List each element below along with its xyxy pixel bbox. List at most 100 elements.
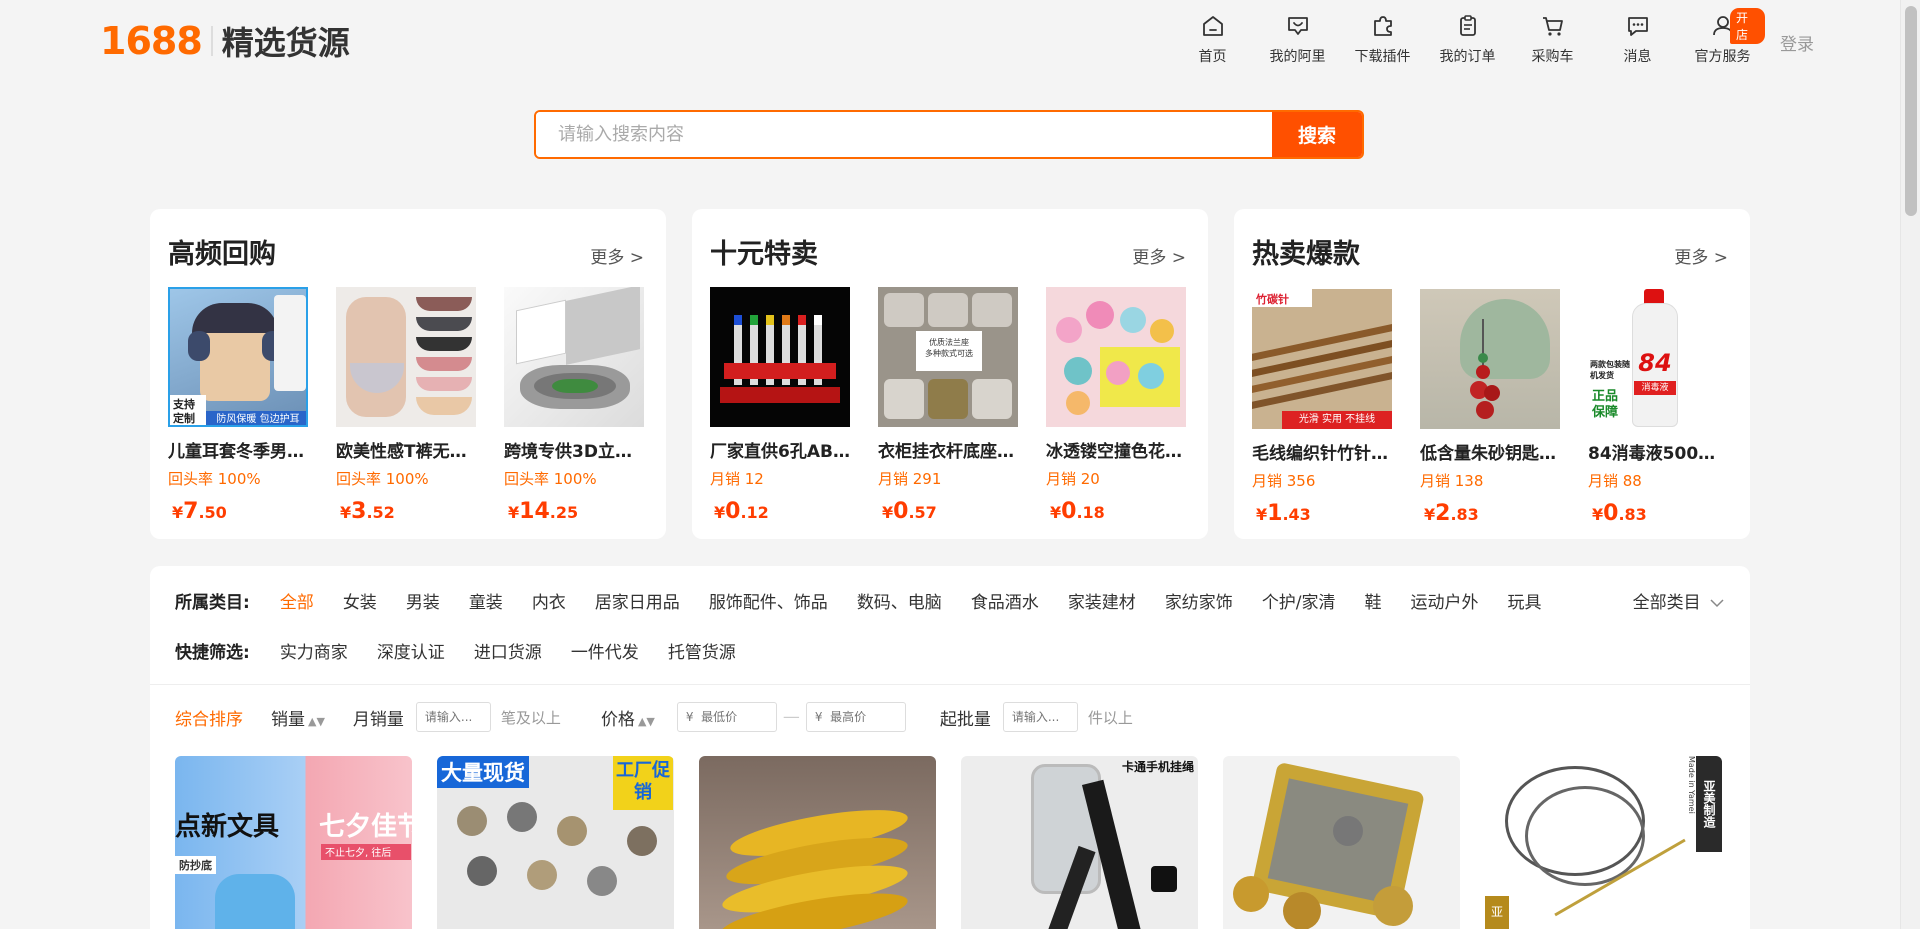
product-card[interactable]: 大量现货 工厂促销 bbox=[437, 756, 674, 929]
promo-title: 热卖爆款 bbox=[1252, 239, 1360, 270]
product-repurchase-rate: 回头率 100% bbox=[504, 470, 597, 488]
category-toys[interactable]: 玩具 bbox=[1508, 588, 1542, 613]
category-label: 所属类目: bbox=[175, 593, 250, 613]
product-price: ¥3.52 bbox=[340, 499, 395, 524]
promo-product[interactable]: 低含量朱砂钥匙扣挂件 月销 138 ¥2.83 bbox=[1420, 289, 1560, 526]
product-card[interactable] bbox=[699, 756, 936, 929]
all-categories-dropdown[interactable]: 全部类目 bbox=[1633, 588, 1724, 613]
category-building[interactable]: 家装建材 bbox=[1068, 588, 1136, 613]
category-underwear[interactable]: 内衣 bbox=[532, 588, 566, 613]
product-price: ¥0.18 bbox=[1050, 499, 1105, 524]
open-shop-badge[interactable]: 开店 bbox=[1730, 8, 1765, 44]
badge-warm: 防风保暖 包边护耳 bbox=[206, 411, 306, 425]
scrollbar-thumb[interactable] bbox=[1905, 6, 1917, 216]
badge-disinfectant: 消毒液 bbox=[1634, 381, 1676, 395]
puzzle-icon bbox=[1373, 16, 1392, 36]
category-food[interactable]: 食品酒水 bbox=[971, 588, 1039, 613]
badge-flange: 优质法兰座 bbox=[929, 338, 969, 347]
product-card[interactable] bbox=[1223, 756, 1460, 929]
sort-arrows-icon: ▲▼ bbox=[637, 714, 655, 728]
search-input[interactable] bbox=[536, 112, 1272, 157]
nav-purchase-cart-label: 采购车 bbox=[1531, 49, 1574, 65]
sort-comprehensive[interactable]: 综合排序 bbox=[175, 705, 243, 730]
product-name: 冰透镂空撞色花朵发夹 bbox=[1046, 442, 1186, 462]
quick-strong-merchant[interactable]: 实力商家 bbox=[280, 638, 348, 663]
product-name: 毛线编织针竹针棒针套装 bbox=[1252, 444, 1392, 464]
nav-download-plugin[interactable]: 下载插件 bbox=[1340, 12, 1425, 66]
page-scrollbar[interactable] bbox=[1900, 0, 1920, 929]
category-shoes[interactable]: 鞋 bbox=[1365, 588, 1382, 613]
product-card-tag: 防抄底 bbox=[175, 856, 216, 874]
category-outdoor[interactable]: 运动户外 bbox=[1411, 588, 1479, 613]
product-image: 84 消毒液 两款包装随机发货 正品保障 bbox=[1588, 289, 1728, 429]
clipboard-icon bbox=[1459, 15, 1476, 36]
moq-input[interactable] bbox=[1002, 702, 1078, 732]
product-card[interactable]: 卡通手机挂绳 bbox=[961, 756, 1198, 929]
product-card-tag: 大量现货 bbox=[437, 756, 529, 788]
category-women[interactable]: 女装 bbox=[343, 588, 377, 613]
quick-dropship[interactable]: 一件代发 bbox=[571, 638, 639, 663]
nav-official-service[interactable]: 官方服务 开店 bbox=[1680, 8, 1765, 66]
search-button[interactable]: 搜索 bbox=[1272, 112, 1362, 157]
quick-imported[interactable]: 进口货源 bbox=[474, 638, 542, 663]
nav-my-ali[interactable]: 我的阿里 bbox=[1255, 12, 1340, 66]
nav-my-orders[interactable]: 我的订单 bbox=[1425, 12, 1510, 66]
product-name: 低含量朱砂钥匙扣挂件 bbox=[1420, 444, 1560, 464]
home-icon bbox=[1202, 16, 1223, 36]
nav-messages[interactable]: 消息 bbox=[1595, 12, 1680, 66]
badge-bamboo: 竹碳针 bbox=[1252, 289, 1312, 307]
category-textile[interactable]: 家纺家饰 bbox=[1165, 588, 1233, 613]
promo-product[interactable]: 跨境专供3D立体拼图模型 回头率 100% ¥14.25 bbox=[504, 287, 644, 524]
nav-purchase-cart[interactable]: 采购车 bbox=[1510, 12, 1595, 66]
login-link[interactable]: 登录 bbox=[1780, 30, 1814, 55]
category-personal-care[interactable]: 个护/家清 bbox=[1262, 588, 1336, 613]
promo-product[interactable]: 支持定制 防风保暖 包边护耳 儿童耳套冬季男女童防寒保暖 回头率 100% ¥7… bbox=[168, 287, 308, 524]
sort-sales[interactable]: 销量 ▲▼ bbox=[271, 705, 325, 730]
category-filter-row: 所属类目: 全部 女装 男装 童装 内衣 居家日用品 服饰配件、饰品 数码、电脑… bbox=[175, 588, 1571, 613]
nav-messages-label: 消息 bbox=[1623, 49, 1652, 65]
promo-product[interactable]: 84 消毒液 两款包装随机发货 正品保障 84消毒液500ml家用漂白 月销 8… bbox=[1588, 289, 1728, 526]
product-name: 衣柜挂衣杆底座法兰座 bbox=[878, 442, 1018, 462]
category-men[interactable]: 男装 bbox=[406, 588, 440, 613]
promo-card-repurchase: 高频回购 更多 > 支持定制 防风保暖 包边护耳 儿童耳套冬季男女童防寒保暖 回… bbox=[150, 209, 666, 539]
promo-product[interactable]: 欧美性感T裤无痕内裤女 回头率 100% ¥3.52 bbox=[336, 287, 476, 524]
min-price-input[interactable] bbox=[676, 702, 777, 732]
promo-more-link[interactable]: 更多 > bbox=[590, 243, 644, 268]
nav-download-plugin-label: 下载插件 bbox=[1354, 49, 1411, 65]
moq-label: 起批量 bbox=[939, 709, 991, 730]
promo-product[interactable]: 优质法兰座多种款式可选 衣柜挂衣杆底座法兰座 月销 291 ¥0.57 bbox=[878, 287, 1018, 524]
product-monthly-sales: 月销 356 bbox=[1252, 472, 1316, 490]
nav-home-label: 首页 bbox=[1198, 49, 1227, 65]
cart-icon bbox=[1542, 17, 1563, 36]
promo-title: 十元特卖 bbox=[710, 239, 818, 270]
logo-divider bbox=[210, 26, 213, 56]
monthly-sales-suffix: 笔及以上 bbox=[500, 708, 561, 727]
promo-more-link[interactable]: 更多 > bbox=[1132, 243, 1186, 268]
category-accessories[interactable]: 服饰配件、饰品 bbox=[709, 588, 828, 613]
promo-title: 高频回购 bbox=[168, 239, 276, 270]
site-logo[interactable]: 1688 精选货源 bbox=[100, 16, 350, 66]
nav-home[interactable]: 首页 bbox=[1170, 12, 1255, 66]
quick-deep-certified[interactable]: 深度认证 bbox=[377, 638, 445, 663]
product-image bbox=[1046, 287, 1186, 427]
category-kids[interactable]: 童装 bbox=[469, 588, 503, 613]
max-price-input[interactable] bbox=[805, 702, 906, 732]
badge-genuine: 正品保障 bbox=[1592, 389, 1619, 420]
promo-product[interactable]: 冰透镂空撞色花朵发夹 月销 20 ¥0.18 bbox=[1046, 287, 1186, 524]
promo-product[interactable]: 竹碳针 光滑 实用 不挂线 毛线编织针竹针棒针套装 月销 356 ¥1.43 bbox=[1252, 289, 1392, 526]
quick-managed[interactable]: 托管货源 bbox=[668, 638, 736, 663]
product-card-tag: 亚美制造 bbox=[1696, 756, 1722, 852]
promo-product[interactable]: 厂家直供6孔ABS试管架 月销 12 ¥0.12 bbox=[710, 287, 850, 524]
listing-panel: 所属类目: 全部 女装 男装 童装 内衣 居家日用品 服饰配件、饰品 数码、电脑… bbox=[150, 566, 1750, 929]
product-card[interactable]: 点新文具 七夕佳节 不止七夕, 往后 防抄底 bbox=[175, 756, 412, 929]
monthly-sales-input[interactable] bbox=[415, 702, 491, 732]
category-all[interactable]: 全部 bbox=[280, 588, 314, 613]
product-monthly-sales: 月销 88 bbox=[1588, 472, 1642, 490]
sort-price[interactable]: 价格 ▲▼ bbox=[601, 705, 655, 730]
top-header: 1688 精选货源 首页 我的阿里 下载插件 我的订单 采购车 消息 官方服务 … bbox=[0, 0, 1900, 80]
promo-more-link[interactable]: 更多 > bbox=[1674, 243, 1728, 268]
category-digital[interactable]: 数码、电脑 bbox=[857, 588, 942, 613]
product-card[interactable]: 亚美制造 Made in Yamei 亚 bbox=[1485, 756, 1722, 929]
product-card-tag: 点新文具 bbox=[175, 812, 280, 842]
category-home[interactable]: 居家日用品 bbox=[595, 588, 680, 613]
